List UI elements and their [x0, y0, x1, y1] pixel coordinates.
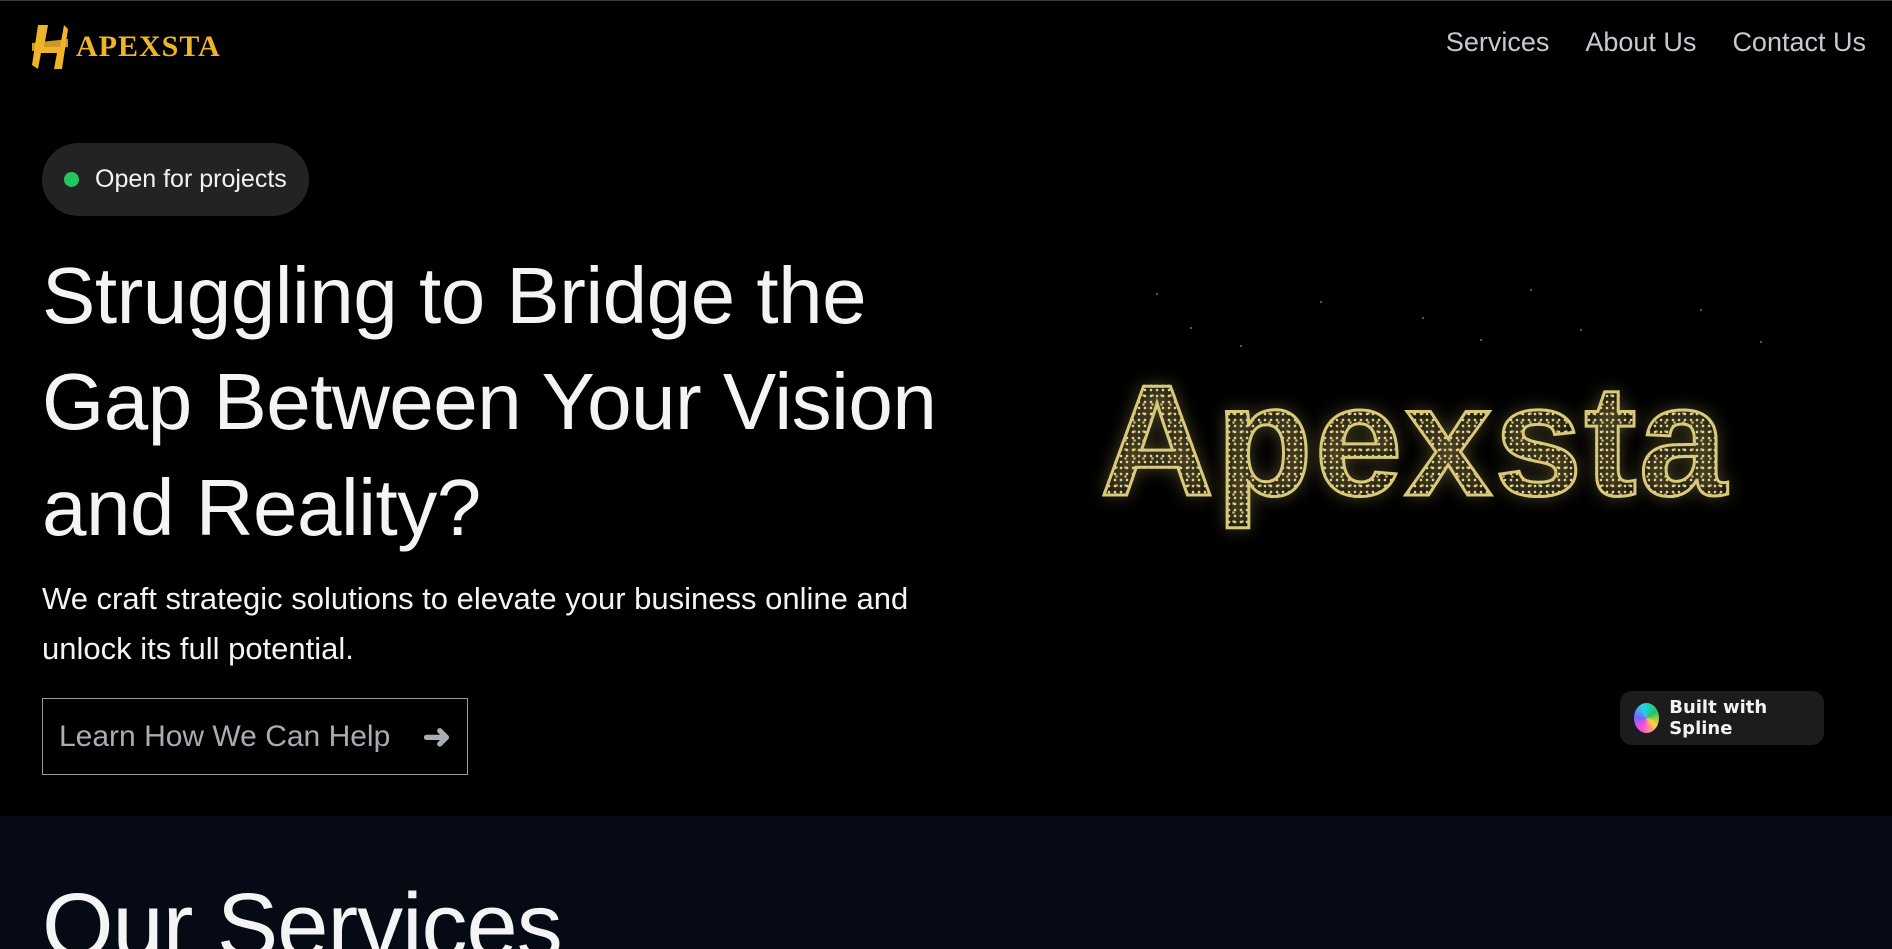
- hero-subline: We craft strategic solutions to elevate …: [42, 581, 909, 666]
- main-nav: Services About Us Contact Us: [1446, 27, 1866, 58]
- arrow-right-icon: ➜: [422, 717, 452, 756]
- logo-text: APEXSTA: [76, 30, 221, 63]
- built-with-spline-badge[interactable]: Built with Spline: [1620, 691, 1824, 745]
- services-title: Our Services: [42, 875, 563, 949]
- status-dot-icon: [64, 172, 79, 187]
- status-badge: Open for projects: [42, 143, 309, 216]
- spline-badge-label: Built with Spline: [1669, 697, 1768, 739]
- status-label: Open for projects: [95, 165, 287, 193]
- site-logo[interactable]: APEXSTA: [30, 21, 221, 73]
- spline-3d-scene[interactable]: Apexsta: [1060, 281, 1820, 581]
- hero-section: APEXSTA Services About Us Contact Us Ope…: [0, 1, 1892, 816]
- apexsta-logo-icon: [32, 25, 68, 69]
- spline-logo-icon: [1634, 703, 1660, 733]
- cta-label: Learn How We Can Help: [59, 719, 391, 753]
- learn-more-button[interactable]: Learn How We Can Help ➜: [42, 698, 468, 775]
- services-section: Our Services: [0, 816, 1892, 949]
- hero-headline: Struggling to Bridge the Gap Between You…: [42, 251, 937, 552]
- nav-contact-link[interactable]: Contact Us: [1732, 27, 1866, 58]
- nav-about-link[interactable]: About Us: [1585, 27, 1696, 58]
- particle-logo-text: Apexsta: [1099, 351, 1729, 532]
- nav-services-link[interactable]: Services: [1446, 27, 1550, 58]
